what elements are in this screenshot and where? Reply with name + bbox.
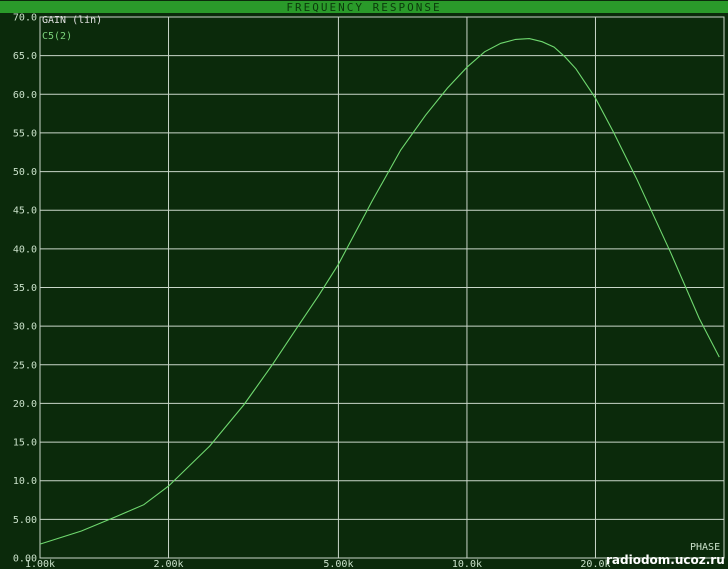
- y-tick-label: 50.0: [13, 167, 37, 178]
- y-tick-label: 35.0: [13, 283, 37, 294]
- y-tick-label: 60.0: [13, 90, 37, 101]
- legend-series-label: C5(2): [42, 31, 72, 42]
- x-tick-label: 5.00k: [323, 559, 353, 569]
- y-tick-label: 25.0: [13, 360, 37, 371]
- x-tick-label: 2.00k: [153, 559, 183, 569]
- x-tick-label: 10.0k: [452, 559, 482, 569]
- y-tick-label: 65.0: [13, 51, 37, 62]
- y-tick-label: 30.0: [13, 322, 37, 333]
- watermark-text: radiodom.ucoz.ru: [606, 553, 725, 567]
- y-tick-label: 0.00: [13, 554, 37, 565]
- y-tick-label: 15.0: [13, 438, 37, 449]
- y-tick-labels: 0.00 5.00 10.0 15.0 20.0 25.0 30.0 35.0 40.0 45.0…: [13, 13, 37, 565]
- y-tick-label: 70.0: [13, 13, 37, 24]
- frequency-response-chart: FREQUENCY RESPONSE 1.00k 2.00k 5.00k 10.0k 2…: [0, 0, 728, 569]
- phase-label: PHASE: [690, 542, 720, 553]
- chart-background: [0, 0, 728, 569]
- y-tick-label: 10.0: [13, 476, 37, 487]
- y-tick-label: 55.0: [13, 128, 37, 139]
- window-title: FREQUENCY RESPONSE: [286, 1, 441, 14]
- legend-header: GAIN (lin): [42, 15, 102, 26]
- y-tick-label: 45.0: [13, 206, 37, 217]
- y-tick-label: 40.0: [13, 244, 37, 255]
- y-tick-label: 5.00: [13, 515, 37, 526]
- y-tick-label: 20.0: [13, 399, 37, 410]
